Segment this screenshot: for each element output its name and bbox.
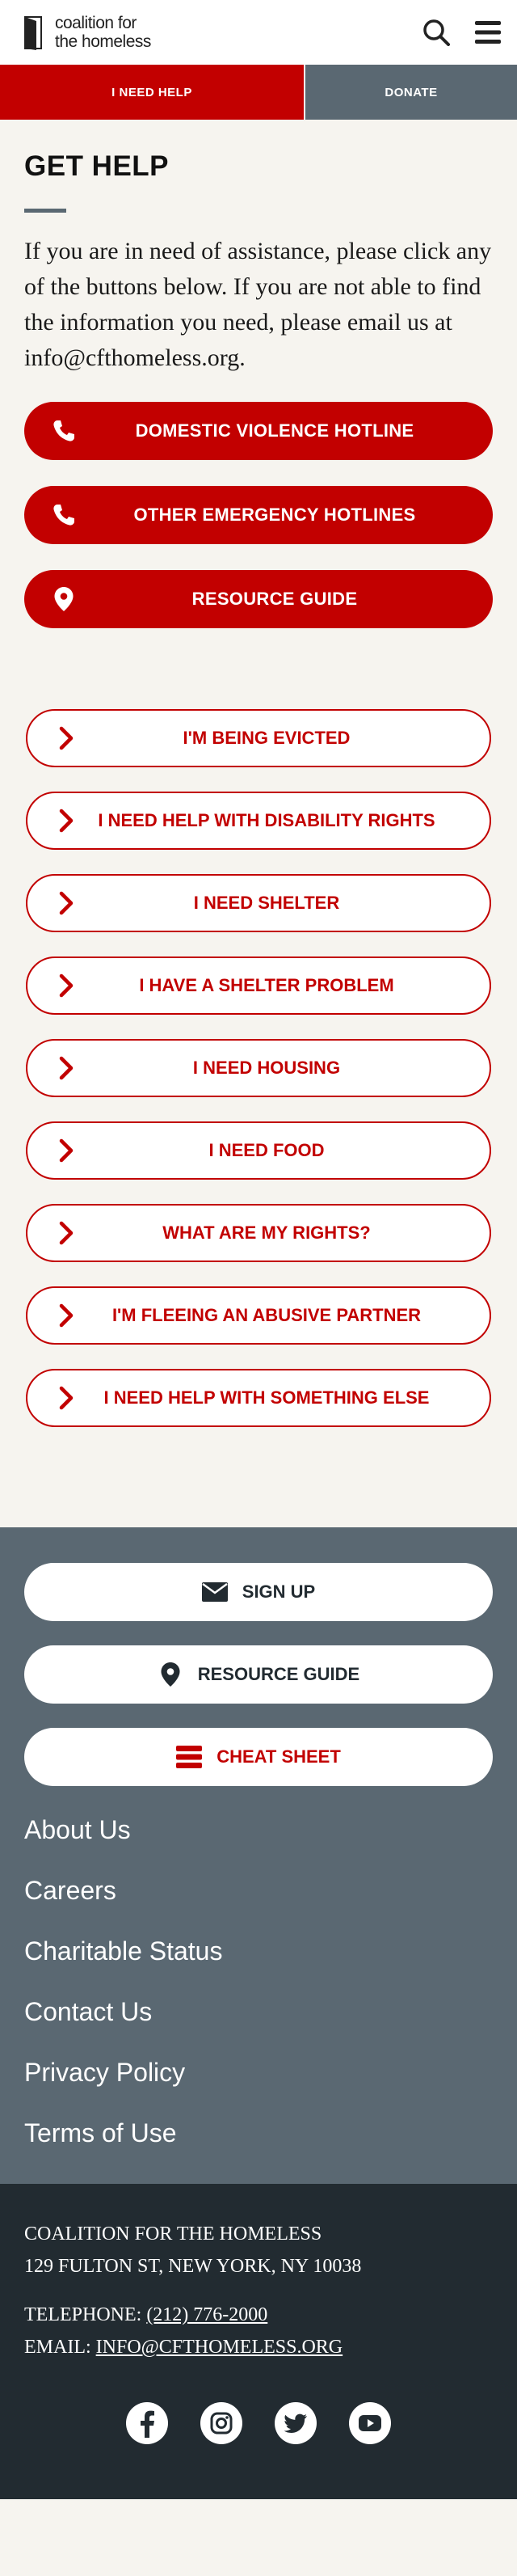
help-topic-list: I'M BEING EVICTED I NEED HELP WITH DISABI… [24,709,493,1427]
help-topic-label: I NEED HELP WITH SOMETHING ELSE [103,1387,430,1408]
help-topic-button[interactable]: I NEED HELP WITH DISABILITY RIGHTS [26,792,491,850]
search-icon[interactable] [420,16,452,49]
chevron-right-icon [58,809,76,833]
cheat-sheet-button[interactable]: CHEAT SHEET [24,1728,493,1786]
logo-line-1: coalition for [55,14,137,32]
phone-icon [52,503,76,527]
button-label: RESOURCE GUIDE [191,589,358,609]
chevron-right-icon [58,726,76,750]
facebook-icon[interactable] [126,2402,168,2444]
help-topic-label: I HAVE A SHELTER PROBLEM [139,975,394,995]
email-line: EMAIL: INFO@CFTHOMELESS.ORG [24,2331,493,2363]
list-icon [176,1744,203,1770]
resource-guide-button[interactable]: RESOURCE GUIDE [24,570,493,628]
telephone-link[interactable]: (212) 776-2000 [146,2304,267,2325]
help-topic-button[interactable]: I HAVE A SHELTER PROBLEM [26,956,491,1015]
site-header: coalition for the homeless [0,0,517,65]
domestic-violence-hotline-button[interactable]: DOMESTIC VIOLENCE HOTLINE [24,402,493,460]
footer-nav: SIGN UP RESOURCE GUIDE CHEAT SHEET About U… [0,1527,517,2184]
button-label: RESOURCE GUIDE [197,1664,360,1684]
main-content: GET HELP If you are in need of assistanc… [0,150,517,1427]
footer-link-contact-us[interactable]: Contact Us [24,1997,493,2027]
footer-buttons: SIGN UP RESOURCE GUIDE CHEAT SHEET [24,1563,493,1786]
phone-icon [52,419,76,443]
help-topic-label: I NEED SHELTER [193,893,340,913]
header-actions [420,16,504,49]
donate-link[interactable]: DONATE [304,65,517,120]
help-topic-button[interactable]: I'M BEING EVICTED [26,709,491,767]
button-label: DOMESTIC VIOLENCE HOTLINE [135,420,414,441]
i-need-help-link[interactable]: I NEED HELP [0,65,304,120]
social-links [24,2402,493,2444]
org-address: 129 FULTON ST, NEW YORK, NY 10038 [24,2256,362,2277]
help-topic-label: I NEED HELP WITH DISABILITY RIGHTS [98,810,435,830]
help-topic-label: I NEED FOOD [208,1140,325,1160]
logo-text: coalition for the homeless [55,14,151,51]
resource-guide-button[interactable]: RESOURCE GUIDE [24,1645,493,1704]
footer-links: About Us Careers Charitable Status Contact … [24,1815,493,2148]
help-topic-label: WHAT ARE MY RIGHTS? [162,1223,371,1243]
button-label: CHEAT SHEET [216,1746,341,1767]
footer-link-privacy-policy[interactable]: Privacy Policy [24,2058,493,2088]
chevron-right-icon [58,1056,76,1080]
help-topic-button[interactable]: I NEED HELP WITH SOMETHING ELSE [26,1369,491,1427]
map-pin-icon [52,587,76,611]
chevron-right-icon [58,973,76,998]
top-action-bar: I NEED HELP DONATE [0,65,517,120]
footer-link-about-us[interactable]: About Us [24,1815,493,1845]
email-link[interactable]: INFO@CFTHOMELESS.ORG [96,2337,343,2358]
map-pin-icon [158,1662,183,1687]
site-logo[interactable]: coalition for the homeless [24,14,151,51]
hamburger-menu-icon[interactable] [472,16,504,49]
footer-contact: COALITION FOR THE HOMELESS 129 FULTON ST… [0,2184,517,2499]
button-label: OTHER EMERGENCY HOTLINES [133,505,416,525]
telephone-line: TELEPHONE: (212) 776-2000 [24,2299,493,2331]
help-topic-button[interactable]: I NEED FOOD [26,1121,491,1180]
help-topic-button[interactable]: WHAT ARE MY RIGHTS? [26,1204,491,1262]
chevron-right-icon [58,1138,76,1163]
chevron-right-icon [58,1303,76,1328]
help-topic-label: I'M BEING EVICTED [183,728,351,748]
help-topic-label: I NEED HOUSING [192,1058,341,1078]
email-label: EMAIL: [24,2337,91,2358]
footer-link-terms-of-use[interactable]: Terms of Use [24,2118,493,2148]
youtube-icon[interactable] [349,2402,391,2444]
title-divider [24,209,66,213]
help-topic-button[interactable]: I'M FLEEING AN ABUSIVE PARTNER [26,1286,491,1345]
logo-line-2: the homeless [55,32,151,51]
page-title: GET HELP [24,150,170,182]
button-label: SIGN UP [242,1581,316,1602]
twitter-icon[interactable] [275,2402,317,2444]
door-logo-icon [24,16,42,50]
primary-buttons: DOMESTIC VIOLENCE HOTLINE OTHER EMERGENCY… [24,402,493,628]
envelope-icon [201,1579,228,1605]
chevron-right-icon [58,1386,76,1410]
instagram-icon[interactable] [200,2402,242,2444]
help-topic-button[interactable]: I NEED HOUSING [26,1039,491,1097]
help-topic-label: I'M FLEEING AN ABUSIVE PARTNER [111,1305,422,1325]
other-emergency-hotlines-button[interactable]: OTHER EMERGENCY HOTLINES [24,486,493,544]
footer-link-careers[interactable]: Careers [24,1876,493,1906]
footer-link-charitable-status[interactable]: Charitable Status [24,1936,493,1966]
help-topic-button[interactable]: I NEED SHELTER [26,874,491,932]
telephone-label: TELEPHONE: [24,2304,142,2325]
intro-text: If you are in need of assistance, please… [24,238,492,371]
chevron-right-icon [58,1221,76,1245]
chevron-right-icon [58,891,76,915]
sign-up-button[interactable]: SIGN UP [24,1563,493,1621]
org-name: COALITION FOR THE HOMELESS [24,2223,322,2244]
